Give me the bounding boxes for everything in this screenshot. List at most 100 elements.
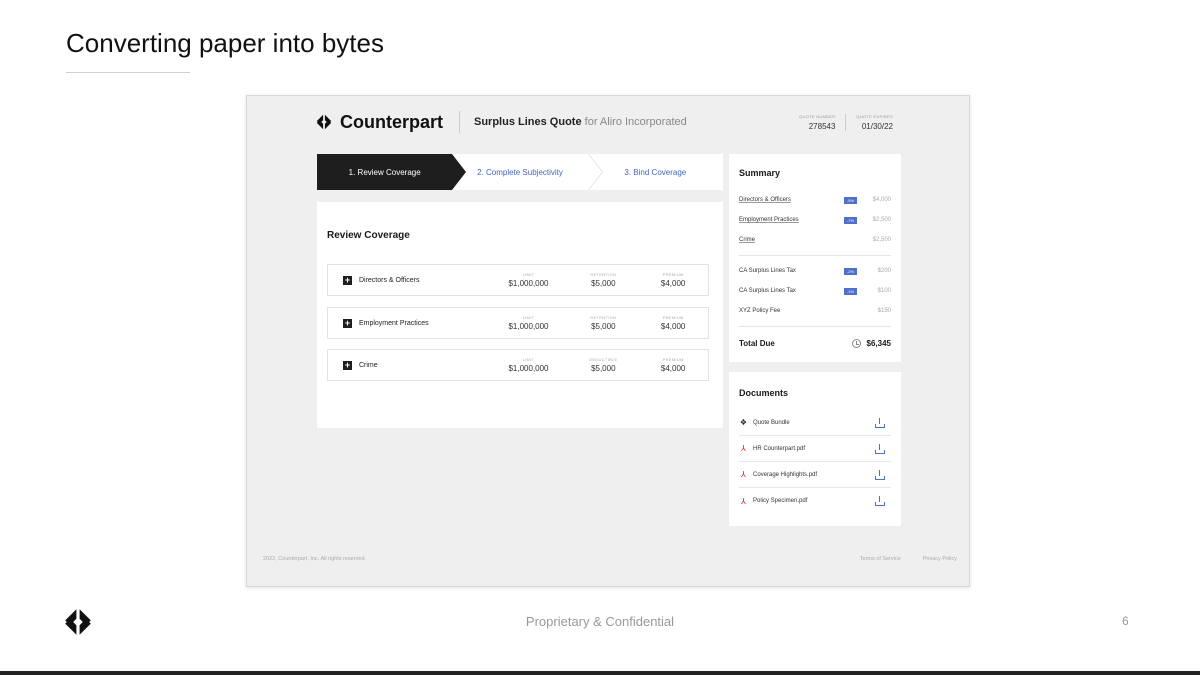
tax-line-amount: $100 [877,288,891,294]
pdf-icon: ⅄ [741,496,746,506]
document-name[interactable]: Policy Specimen.pdf [753,498,875,504]
premium-value: $4,000 [660,364,686,373]
brand-logo[interactable]: Counterpart [315,112,443,133]
stepper: 1. Review Coverage 2. Complete Subjectiv… [317,154,723,190]
document-item[interactable]: ⅄ Coverage Highlights.pdf [739,462,891,488]
copyright: 2022, Counterpart, Inc. All rights reser… [263,556,367,562]
coverage-name: Employment Practices [358,319,429,327]
slide-title: Converting paper into bytes [66,28,384,58]
coverage-retention: RETENTION $5,000 [568,272,638,288]
summary-line-amount: $2,500 [872,237,891,243]
document-item[interactable]: ❖ Quote Bundle [739,410,891,436]
premium-label: PREMIUM [662,272,684,277]
summary-line-amount: $4,000 [872,197,891,203]
coverage-deductible: DEDUCTIBLE $5,000 [568,357,638,373]
rate-badge: -1% [844,287,857,295]
summary-line-name[interactable]: Crime [739,237,861,243]
step-bind-coverage[interactable]: 3. Bind Coverage [587,154,723,190]
summary-line: Employment Practices -7% $2,500 [739,210,891,230]
terms-link[interactable]: Terms of Service [860,556,901,562]
rate-badge: -2% [844,267,857,275]
premium-label: PREMIUM [662,315,684,320]
limit-value: $1,000,000 [508,322,549,331]
header-divider [459,111,460,133]
step-complete-subjectivity[interactable]: 2. Complete Subjectivity [452,154,588,190]
quote-number-value: 278543 [808,121,836,131]
coverage-premium: PREMIUM $4,000 [638,357,708,373]
discount-badge: -5% [844,196,857,204]
quote-number-label: QUOTE NUMBER [799,113,836,119]
title-underline [66,72,190,73]
coverage-row[interactable]: + Crime LIMIT $1,000,000 DEDUCTIBLE $5,0… [327,349,709,381]
counterpart-logo-icon [316,114,332,130]
summary-title: Summary [739,168,781,178]
total-due-label: Total Due [739,338,775,348]
fee-line-name: XYZ Policy Fee [739,308,781,314]
divider [739,255,891,256]
pdf-icon: ⅄ [741,470,746,479]
quote-title-main: Surplus Lines Quote [474,116,582,128]
step-review-coverage[interactable]: 1. Review Coverage [317,154,467,190]
limit-label: LIMIT [522,315,535,320]
summary-line-amount: $2,500 [872,217,891,223]
summary-line-name[interactable]: Directors & Officers [739,197,844,203]
download-icon[interactable] [875,417,885,428]
document-item[interactable]: ⅄ Policy Specimen.pdf [739,488,891,514]
pdf-icon: ⅄ [741,444,746,453]
fee-line-amount: $150 [877,308,891,314]
quote-title: Surplus Lines Quote for Aliro Incorporat… [474,116,687,128]
limit-value: $1,000,000 [508,279,549,288]
quote-meta: QUOTE NUMBER 278543 QUOTE EXPIRES 01/30/… [789,113,903,131]
review-coverage-title: Review Coverage [327,230,410,241]
tax-line-name: CA Surplus Lines Tax [739,288,796,294]
app-footer: 2022, Counterpart, Inc. All rights reser… [263,556,957,562]
app-header: Counterpart Surplus Lines Quote for Alir… [315,96,903,148]
expand-plus-icon[interactable]: + [343,360,352,370]
total-due-amount: $6,345 [866,338,891,348]
coverage-retention: RETENTION $5,000 [568,315,638,331]
limit-label: LIMIT [522,272,535,277]
download-icon[interactable] [875,469,885,480]
tax-line: CA Surplus Lines Tax -2% $200 [739,261,891,281]
expand-plus-icon[interactable]: + [343,275,352,285]
page-number: 6 [1122,614,1129,628]
document-item[interactable]: ⅄ HR Counterpart.pdf [739,436,891,462]
retention-value: $5,000 [591,322,616,331]
tax-line-amount: $200 [877,268,891,274]
document-name[interactable]: Quote Bundle [753,420,875,426]
tax-line-name: CA Surplus Lines Tax [739,268,796,274]
privacy-link[interactable]: Privacy Policy [923,556,957,562]
retention-label: RETENTION [590,315,617,320]
summary-line-name[interactable]: Employment Practices [739,217,844,223]
document-name[interactable]: Coverage Highlights.pdf [753,472,875,478]
summary-line: Directors & Officers -5% $4,000 [739,190,891,210]
expand-plus-icon[interactable]: + [343,318,352,328]
deductible-label: DEDUCTIBLE [589,357,618,362]
brand-name: Counterpart [340,111,443,132]
premium-value: $4,000 [660,279,686,288]
app-screenshot: Counterpart Surplus Lines Quote for Alir… [246,95,970,587]
coverage-row[interactable]: + Directors & Officers LIMIT $1,000,000 … [327,264,709,296]
slide: Converting paper into bytes Counterpart … [0,0,1200,675]
coverage-name: Directors & Officers [358,276,420,284]
fee-line: XYZ Policy Fee $150 [739,301,891,321]
download-icon[interactable] [875,443,885,454]
coverage-limit: LIMIT $1,000,000 [489,357,569,373]
coverage-name: Crime [358,361,378,369]
counterpart-icon: ❖ [739,418,748,427]
discount-badge: -7% [844,216,857,224]
download-icon[interactable] [875,496,885,506]
coverage-row[interactable]: + Employment Practices LIMIT $1,000,000 … [327,307,709,339]
limit-value: $1,000,000 [508,364,549,373]
divider [739,326,891,327]
documents-title: Documents [739,388,789,398]
quote-title-client: for Aliro Incorporated [584,116,687,128]
limit-label: LIMIT [522,357,535,362]
summary-card: Summary Directors & Officers -5% $4,000 … [729,154,901,362]
coverage-limit: LIMIT $1,000,000 [489,272,569,288]
quote-expires-value: 01/30/22 [861,121,893,131]
document-name[interactable]: HR Counterpart.pdf [753,446,875,452]
footer-links: Terms of Service Privacy Policy [860,556,957,562]
documents-card: Documents ❖ Quote Bundle ⅄ HR Counterpar… [729,372,901,526]
retention-value: $5,000 [591,279,616,288]
